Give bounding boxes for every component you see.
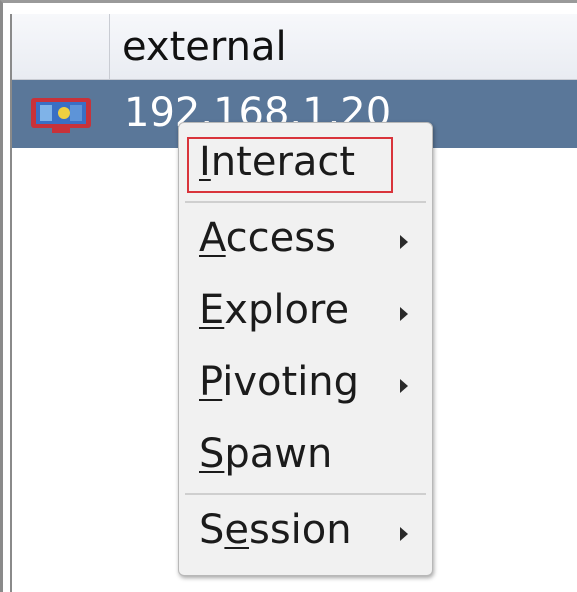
menu-mnemonic: P — [199, 359, 223, 405]
menu-item-interact[interactable]: Interact — [179, 131, 432, 195]
submenu-arrow-icon — [400, 307, 408, 321]
windows-host-icon — [30, 95, 92, 135]
menu-separator — [185, 493, 426, 495]
header-column-external[interactable]: external — [122, 24, 287, 70]
menu-separator — [185, 201, 426, 203]
header-icon-column[interactable] — [12, 14, 110, 79]
menu-item-session[interactable]: Session — [179, 499, 432, 563]
menu-item-label: xplore — [224, 287, 350, 333]
menu-item-label: ivoting — [222, 359, 360, 405]
menu-item-spawn[interactable]: Spawn — [179, 423, 432, 487]
submenu-arrow-icon — [400, 235, 408, 249]
menu-item-label: nteract — [210, 139, 356, 185]
menu-mnemonic: E — [199, 287, 225, 333]
menu-item-label: ssion — [249, 507, 352, 553]
menu-item-label-prefix: S — [199, 507, 225, 553]
menu-item-label: ccess — [225, 215, 336, 261]
menu-mnemonic: A — [199, 215, 226, 261]
menu-mnemonic: S — [199, 431, 225, 477]
table-header: external — [12, 14, 577, 80]
context-menu: Interact Access Explore Pivoting Spawn S… — [178, 122, 433, 576]
menu-item-explore[interactable]: Explore — [179, 279, 432, 343]
submenu-arrow-icon — [400, 527, 408, 541]
menu-item-label: pawn — [224, 431, 333, 477]
menu-mnemonic: I — [199, 139, 211, 185]
submenu-arrow-icon — [400, 379, 408, 393]
menu-item-access[interactable]: Access — [179, 207, 432, 271]
menu-mnemonic: e — [224, 507, 249, 553]
menu-item-pivoting[interactable]: Pivoting — [179, 351, 432, 415]
